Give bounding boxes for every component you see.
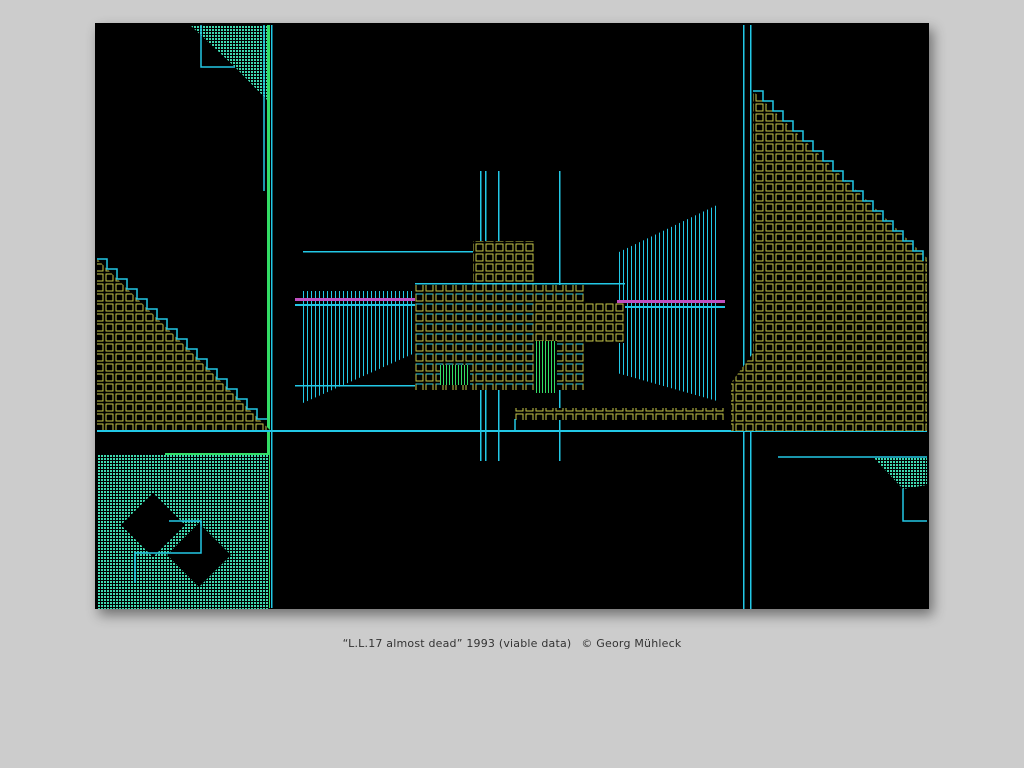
copyright-notice: © Georg Mühleck: [581, 637, 682, 650]
artwork-title: “L.L.17 almost dead” 1993 (viable data): [342, 637, 572, 650]
artwork-caption: “L.L.17 almost dead” 1993 (viable data) ©…: [0, 637, 1024, 650]
artwork-image: [95, 23, 929, 609]
page: “L.L.17 almost dead” 1993 (viable data) ©…: [0, 0, 1024, 768]
bottom-left-motif: [97, 453, 269, 609]
cellular-automaton-artwork: [95, 23, 929, 609]
right-vertical-line: [743, 25, 745, 609]
